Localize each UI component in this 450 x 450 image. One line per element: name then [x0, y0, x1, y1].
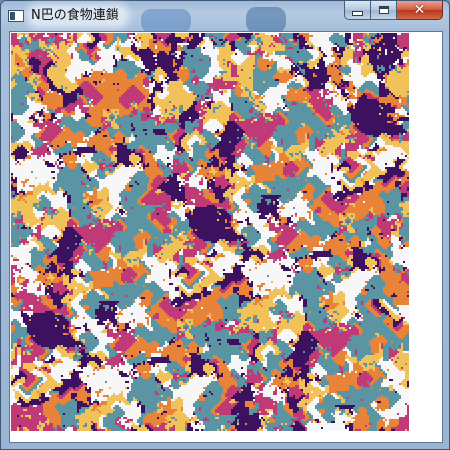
app-icon[interactable]	[8, 10, 24, 22]
close-icon: ✕	[413, 2, 426, 18]
minimize-icon	[352, 10, 363, 16]
caption-buttons: ✕	[344, 1, 443, 21]
glass-background-shape	[141, 9, 191, 33]
client-area	[9, 31, 443, 443]
title-bar[interactable]: N巴の食物連鎖 ✕	[1, 1, 449, 33]
app-window: N巴の食物連鎖 ✕	[0, 0, 450, 450]
glass-background-shape	[246, 7, 286, 33]
minimize-button[interactable]	[344, 1, 371, 20]
maximize-button[interactable]	[371, 1, 397, 20]
food-chain-simulation-canvas[interactable]	[11, 33, 409, 431]
window-title: N巴の食物連鎖	[31, 7, 125, 25]
maximize-icon	[378, 6, 389, 14]
close-button[interactable]: ✕	[397, 1, 443, 20]
